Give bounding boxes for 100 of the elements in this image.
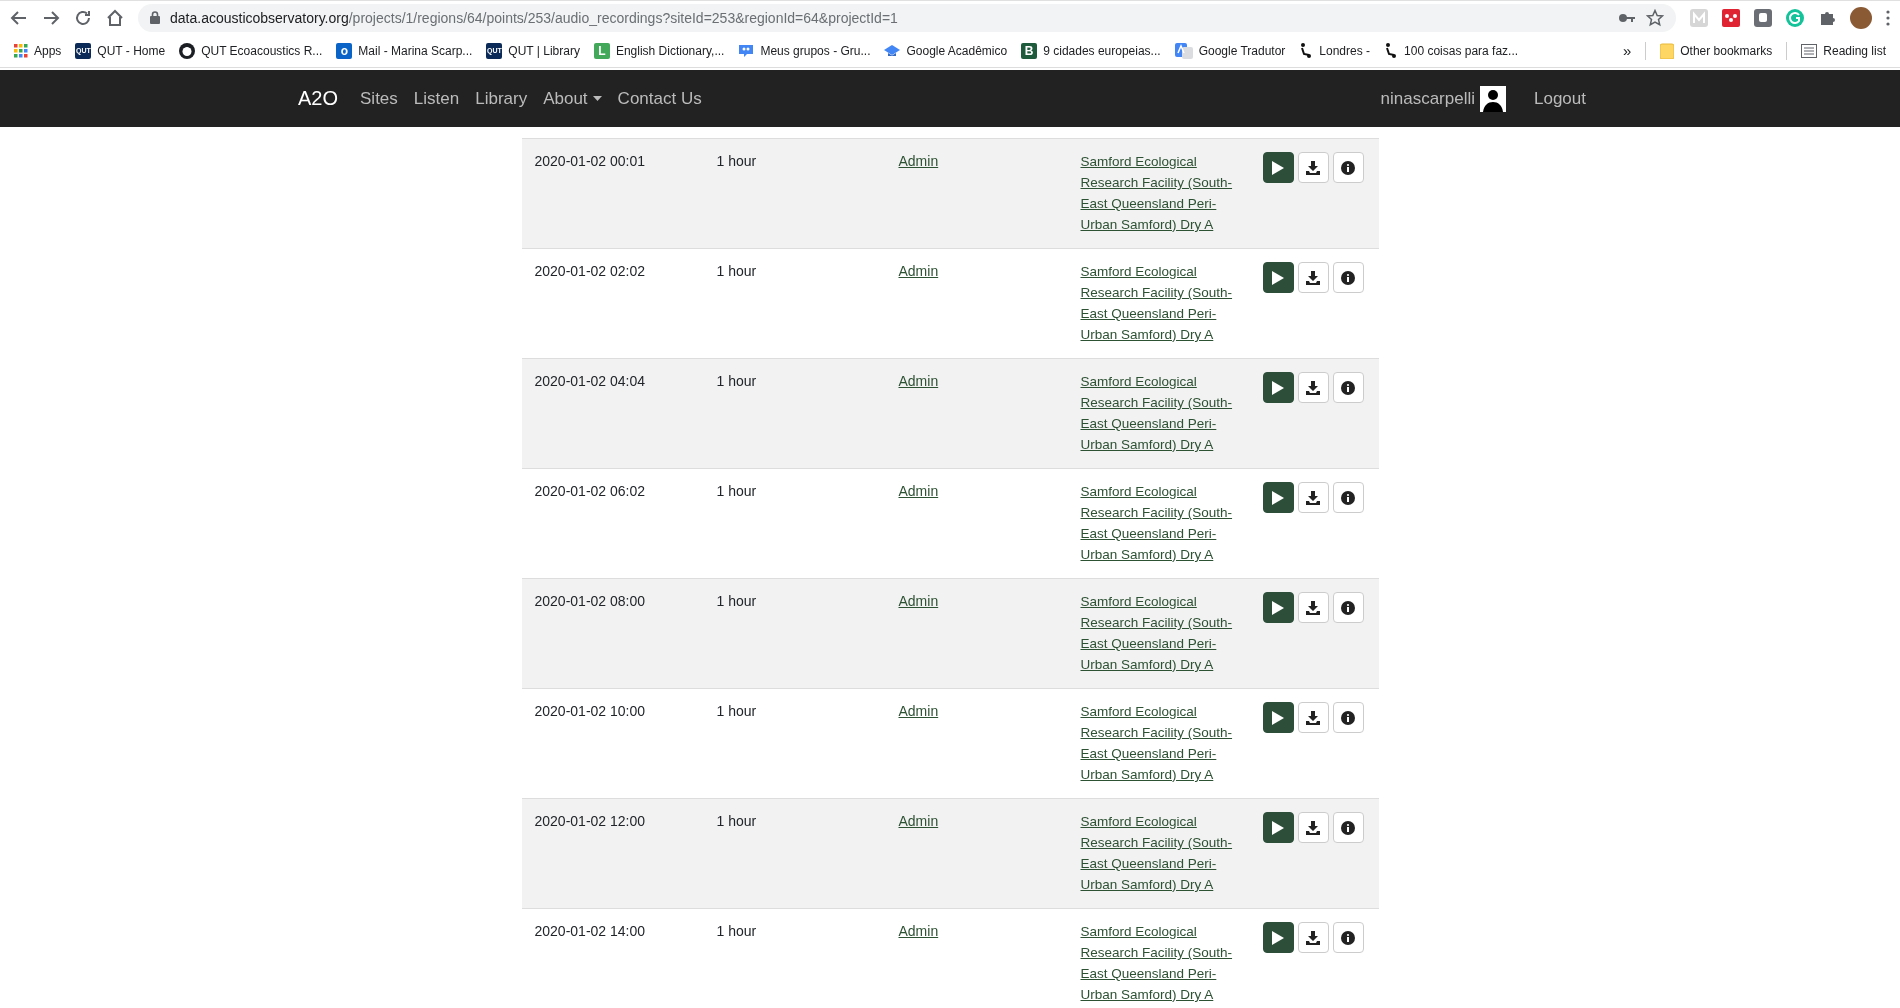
uploader-link[interactable]: Admin <box>898 373 939 389</box>
date-cell: 2020-01-02 06:02 <box>534 483 646 499</box>
nav-link[interactable]: Library <box>475 88 528 109</box>
bookmark-badge-icon: B <box>1021 42 1038 59</box>
info-icon <box>1341 160 1355 175</box>
download-icon <box>1306 270 1320 285</box>
bookmark-link[interactable]: 100 coisas para faz... <box>1404 43 1519 58</box>
duration-cell: 1 hour <box>716 263 757 279</box>
download-button[interactable] <box>1297 592 1329 623</box>
site-link[interactable]: Samford Ecological Research Facility (South-East Queensland Peri-Urban Samford) Dry A <box>1080 151 1247 235</box>
play-button[interactable] <box>1262 812 1294 843</box>
reload-icon[interactable] <box>74 8 92 27</box>
duration-cell: 1 hour <box>716 153 757 169</box>
walking-figure-icon <box>1299 42 1314 59</box>
duration-cell: 1 hour <box>716 813 757 829</box>
apps-grid-icon <box>14 43 28 58</box>
folder-icon <box>1660 42 1675 59</box>
duration-cell: 1 hour <box>716 703 757 719</box>
bookmark-folder[interactable]: Other bookmarks <box>1680 43 1773 58</box>
extension-square-icon[interactable] <box>1754 8 1772 27</box>
info-button[interactable] <box>1332 592 1364 623</box>
nav-link[interactable]: Contact Us <box>617 88 702 109</box>
back-icon[interactable] <box>10 8 28 27</box>
bookmark-link[interactable]: QUT | Library <box>508 43 580 58</box>
info-button[interactable] <box>1332 372 1364 403</box>
uploader-link[interactable]: Admin <box>898 703 939 719</box>
info-button[interactable] <box>1332 812 1364 843</box>
play-icon <box>1272 820 1284 835</box>
reading-list-button[interactable]: Reading list <box>1823 43 1886 58</box>
play-button[interactable] <box>1262 372 1294 403</box>
download-button[interactable] <box>1297 262 1329 293</box>
info-icon <box>1341 380 1355 395</box>
site-link[interactable]: Samford Ecological Research Facility (South-East Queensland Peri-Urban Samford) Dry A <box>1080 481 1247 565</box>
info-icon <box>1341 270 1355 285</box>
bookmark-badge-icon: o <box>336 42 353 59</box>
date-cell: 2020-01-02 10:00 <box>534 703 646 719</box>
download-icon <box>1306 160 1320 175</box>
download-button[interactable] <box>1297 372 1329 403</box>
duration-cell: 1 hour <box>716 373 757 389</box>
date-cell: 2020-01-02 14:00 <box>534 923 646 939</box>
bookmark-link[interactable]: Google Tradutor <box>1198 43 1286 58</box>
key-icon[interactable] <box>1618 11 1636 24</box>
info-button[interactable] <box>1332 152 1364 183</box>
username-link[interactable]: ninascarpelli <box>1380 88 1475 109</box>
download-icon <box>1306 820 1320 835</box>
forward-icon[interactable] <box>42 8 60 27</box>
address-bar[interactable]: data.acousticobservatory.org/projects/1/regions/64/points/253/audio_recordings?siteId=253&regionId=64&projectId=1 <box>138 3 1676 32</box>
download-button[interactable] <box>1297 922 1329 953</box>
download-button[interactable] <box>1297 702 1329 733</box>
uploader-link[interactable]: Admin <box>898 593 939 609</box>
play-button[interactable] <box>1262 482 1294 513</box>
nav-link[interactable]: Listen <box>413 88 460 109</box>
menu-icon[interactable] <box>1886 9 1890 26</box>
info-button[interactable] <box>1332 482 1364 513</box>
bookmark-link[interactable]: English Dictionary,... <box>615 43 725 58</box>
profile-avatar[interactable] <box>1850 6 1872 29</box>
nav-link[interactable]: Sites <box>360 88 398 109</box>
uploader-link[interactable]: Admin <box>898 813 939 829</box>
info-button[interactable] <box>1332 922 1364 953</box>
logout-link[interactable]: Logout <box>1534 88 1586 109</box>
date-cell: 2020-01-02 08:00 <box>534 593 646 609</box>
download-button[interactable] <box>1297 812 1329 843</box>
bookmark-link[interactable]: QUT - Home <box>97 43 166 58</box>
play-button[interactable] <box>1262 592 1294 623</box>
play-icon <box>1272 270 1284 285</box>
bookmark-link[interactable]: Mail - Marina Scarp... <box>358 43 473 58</box>
nav-dropdown[interactable]: About <box>543 88 602 109</box>
site-link[interactable]: Samford Ecological Research Facility (South-East Queensland Peri-Urban Samford) Dry A <box>1080 811 1247 895</box>
bookmark-link[interactable]: Londres - <box>1319 43 1371 58</box>
site-link[interactable]: Samford Ecological Research Facility (South-East Queensland Peri-Urban Samford) Dry A <box>1080 371 1247 455</box>
bookmark-link[interactable]: 9 cidades europeias... <box>1043 43 1161 58</box>
info-button[interactable] <box>1332 702 1364 733</box>
bookmark-link[interactable]: Meus grupos - Gru... <box>760 43 871 58</box>
play-icon <box>1272 490 1284 505</box>
bookmark-link[interactable]: Apps <box>34 43 62 58</box>
uploader-link[interactable]: Admin <box>898 263 939 279</box>
bookmark-link[interactable]: QUT Ecoacoustics R... <box>201 43 323 58</box>
site-link[interactable]: Samford Ecological Research Facility (South-East Queensland Peri-Urban Samford) Dry A <box>1080 701 1247 785</box>
home-icon[interactable] <box>106 8 124 27</box>
brand-link[interactable]: A2O <box>298 87 339 110</box>
uploader-link[interactable]: Admin <box>898 923 939 939</box>
download-button[interactable] <box>1297 152 1329 183</box>
play-button[interactable] <box>1262 702 1294 733</box>
uploader-link[interactable]: Admin <box>898 483 939 499</box>
uploader-link[interactable]: Admin <box>898 153 939 169</box>
user-silhouette-icon <box>1480 85 1506 112</box>
info-button[interactable] <box>1332 262 1364 293</box>
site-link[interactable]: Samford Ecological Research Facility (South-East Queensland Peri-Urban Samford) Dry A <box>1080 921 1247 1005</box>
extension-people-icon[interactable] <box>1722 8 1740 27</box>
more-bookmarks-button[interactable]: » <box>1616 42 1638 59</box>
play-button[interactable] <box>1262 262 1294 293</box>
date-cell: 2020-01-02 12:00 <box>534 813 646 829</box>
play-button[interactable] <box>1262 152 1294 183</box>
site-link[interactable]: Samford Ecological Research Facility (South-East Queensland Peri-Urban Samford) Dry A <box>1080 591 1247 675</box>
site-link[interactable]: Samford Ecological Research Facility (South-East Queensland Peri-Urban Samford) Dry A <box>1080 261 1247 345</box>
star-icon[interactable] <box>1646 8 1664 27</box>
download-button[interactable] <box>1297 482 1329 513</box>
download-icon <box>1306 600 1320 615</box>
bookmark-link[interactable]: Google Acadêmico <box>906 43 1008 58</box>
play-button[interactable] <box>1262 922 1294 953</box>
